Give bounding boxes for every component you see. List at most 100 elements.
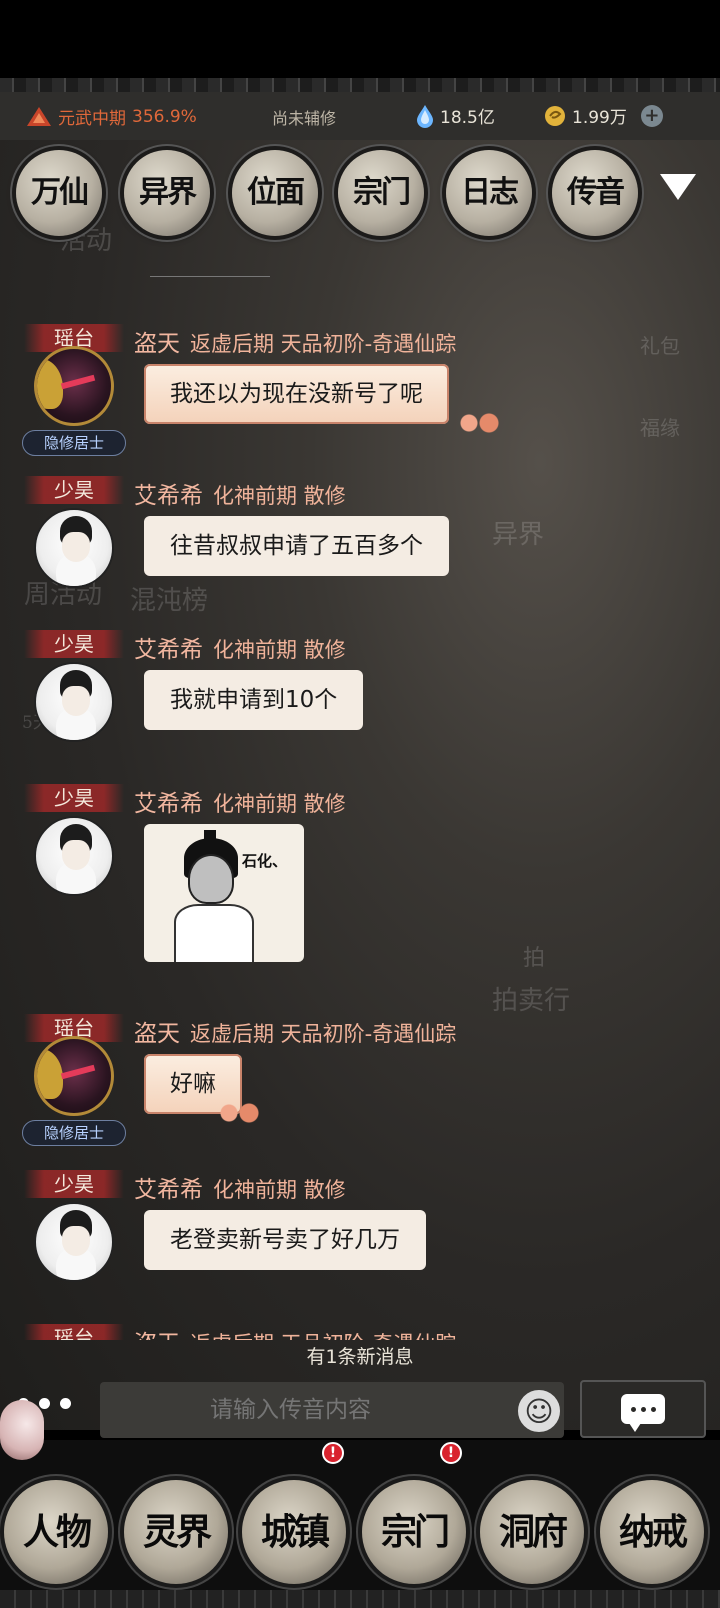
- assistant-avatar[interactable]: [0, 1400, 44, 1460]
- nav-spirit-realm[interactable]: 灵界: [124, 1480, 228, 1584]
- tab-label: 日志: [461, 175, 519, 210]
- channel-tabs: 万仙 异界 位面 宗门 日志 传音: [0, 150, 720, 240]
- bg-chaos-rank-label: 混沌榜: [130, 586, 209, 616]
- chat-message: 瑶台 盗天 返虚后期 天品初阶-奇遇仙踪: [0, 1324, 720, 1340]
- nav-character[interactable]: 人物: [4, 1480, 108, 1584]
- new-message-notice[interactable]: 有1条新消息: [0, 1342, 720, 1369]
- assist-status[interactable]: 尚未辅修: [272, 105, 336, 129]
- nav-sect[interactable]: 宗门: [362, 1480, 466, 1584]
- sender-meta: 返虚后期 天品初阶-奇遇仙踪: [190, 332, 457, 356]
- sender-info: 艾希希 化神前期 散修: [134, 784, 346, 818]
- bg-gift-label: 礼包: [640, 334, 680, 358]
- sender-info: 艾希希 化神前期 散修: [134, 476, 346, 510]
- server-tag: 少昊: [24, 1170, 124, 1198]
- avatar[interactable]: [34, 508, 114, 588]
- add-gold-button[interactable]: +: [640, 104, 663, 127]
- tab-chuanyin[interactable]: 传音: [552, 150, 638, 236]
- tab-yijie[interactable]: 异界: [124, 150, 210, 236]
- send-button[interactable]: [580, 1380, 706, 1438]
- realm-icon: [27, 106, 51, 126]
- chat-bubble-icon: [621, 1394, 665, 1432]
- bg-auction-label: 拍卖行: [492, 986, 571, 1016]
- sender-info: 艾希希 化神前期 散修: [134, 630, 346, 664]
- cloud-ornament-icon: [214, 1102, 264, 1124]
- sender-meta: 化神前期 散修: [213, 638, 346, 662]
- tab-label: 传音: [567, 175, 625, 210]
- sender-info: 盗天返虚后期 天品初阶-奇遇仙踪: [134, 324, 456, 358]
- sticker-body: [174, 904, 254, 962]
- nav-label: 宗门: [380, 1511, 450, 1553]
- avatar[interactable]: [34, 1202, 114, 1282]
- gold-coin-icon: [545, 105, 565, 126]
- nav-label: 洞府: [498, 1511, 568, 1553]
- realm-label: 元武中期: [58, 109, 126, 129]
- sticker-image[interactable]: 石化、: [144, 824, 304, 962]
- sender-meta: 化神前期 散修: [213, 484, 346, 508]
- divider: [150, 276, 270, 277]
- tab-rizhi[interactable]: 日志: [446, 150, 532, 236]
- tabs-dropdown-icon[interactable]: [660, 174, 696, 200]
- sender-name[interactable]: 艾希希: [134, 791, 203, 817]
- sender-name[interactable]: 盗天: [134, 1021, 180, 1047]
- bottom-navigation: 人物 灵界 城镇 ! 宗门 ! 洞府 纳戒: [0, 1440, 720, 1608]
- gold-value: 1.99万: [572, 108, 627, 128]
- nav-label: 城镇: [260, 1511, 330, 1553]
- message-bubble[interactable]: 老登卖新号卖了好几万: [144, 1210, 426, 1270]
- spirit-stone-counter[interactable]: 18.5亿: [416, 103, 495, 128]
- cloud-ornament-icon: [454, 412, 504, 434]
- tab-label: 万仙: [31, 175, 89, 210]
- tab-wanxian[interactable]: 万仙: [16, 150, 102, 236]
- town-notification-badge: !: [322, 1442, 344, 1464]
- sender-info: 艾希希 化神前期 散修: [134, 1170, 346, 1204]
- resource-bar: 元武中期 356.9% 尚未辅修 18.5亿 1.99万 +: [0, 92, 720, 140]
- sender-meta: 化神前期 散修: [213, 792, 346, 816]
- server-tag: 少昊: [24, 630, 124, 658]
- sender-meta: 化神前期 散修: [213, 1178, 346, 1202]
- avatar[interactable]: [34, 346, 114, 426]
- sender-name[interactable]: 盗天: [134, 331, 180, 357]
- message-bubble[interactable]: 往昔叔叔申请了五百多个: [144, 516, 449, 576]
- sticker-caption: 石化、: [242, 852, 288, 870]
- spirit-stone-value: 18.5亿: [440, 108, 495, 128]
- title-badge: 隐修居士: [22, 430, 126, 456]
- avatar[interactable]: [34, 816, 114, 896]
- tab-label: 位面: [247, 175, 305, 210]
- nav-storage-ring[interactable]: 纳戒: [600, 1480, 704, 1584]
- realm-indicator[interactable]: 元武中期 356.9%: [26, 104, 197, 129]
- nav-label: 纳戒: [618, 1511, 688, 1553]
- message-input[interactable]: [100, 1382, 564, 1438]
- realm-percent: 356.9%: [132, 106, 197, 127]
- server-tag: 少昊: [24, 476, 124, 504]
- nav-town[interactable]: 城镇: [242, 1480, 346, 1584]
- sect-notification-badge: !: [440, 1442, 462, 1464]
- bottom-ornament: [0, 1590, 720, 1608]
- sender-name[interactable]: 艾希希: [134, 483, 203, 509]
- emoji-icon[interactable]: ☺: [518, 1390, 560, 1432]
- sender-info: 盗天返虚后期 天品初阶-奇遇仙踪: [134, 1014, 456, 1048]
- sender-name[interactable]: 盗天: [134, 1331, 180, 1340]
- message-bubble[interactable]: 我就申请到10个: [144, 670, 364, 730]
- chat-input-bar: ☺: [0, 1376, 720, 1440]
- sender-info: 盗天 返虚后期 天品初阶-奇遇仙踪: [134, 1324, 456, 1340]
- bg-fortune-label: 福缘: [640, 416, 680, 440]
- avatar[interactable]: [34, 662, 114, 742]
- status-area: [0, 0, 720, 80]
- sticker-bun: [204, 830, 216, 846]
- sticker-face: [188, 854, 234, 904]
- nav-label: 灵界: [142, 1511, 212, 1553]
- sender-name[interactable]: 艾希希: [134, 1177, 203, 1203]
- tab-zongmen[interactable]: 宗门: [338, 150, 424, 236]
- bg-other-realm-label: 异界: [492, 520, 545, 550]
- sender-meta: 返虚后期 天品初阶-奇遇仙踪: [190, 1332, 456, 1340]
- tab-label: 异界: [139, 175, 197, 210]
- avatar[interactable]: [34, 1036, 114, 1116]
- bg-auction-seal: 拍: [523, 946, 546, 971]
- server-tag: 瑶台: [24, 1324, 124, 1340]
- message-bubble[interactable]: 我还以为现在没新号了呢: [144, 364, 449, 424]
- gold-counter[interactable]: 1.99万 +: [544, 103, 663, 128]
- sender-name[interactable]: 艾希希: [134, 637, 203, 663]
- title-badge: 隐修居士: [22, 1120, 126, 1146]
- tab-weimian[interactable]: 位面: [232, 150, 318, 236]
- sender-meta: 返虚后期 天品初阶-奇遇仙踪: [190, 1022, 457, 1046]
- nav-cave-dwelling[interactable]: 洞府: [480, 1480, 584, 1584]
